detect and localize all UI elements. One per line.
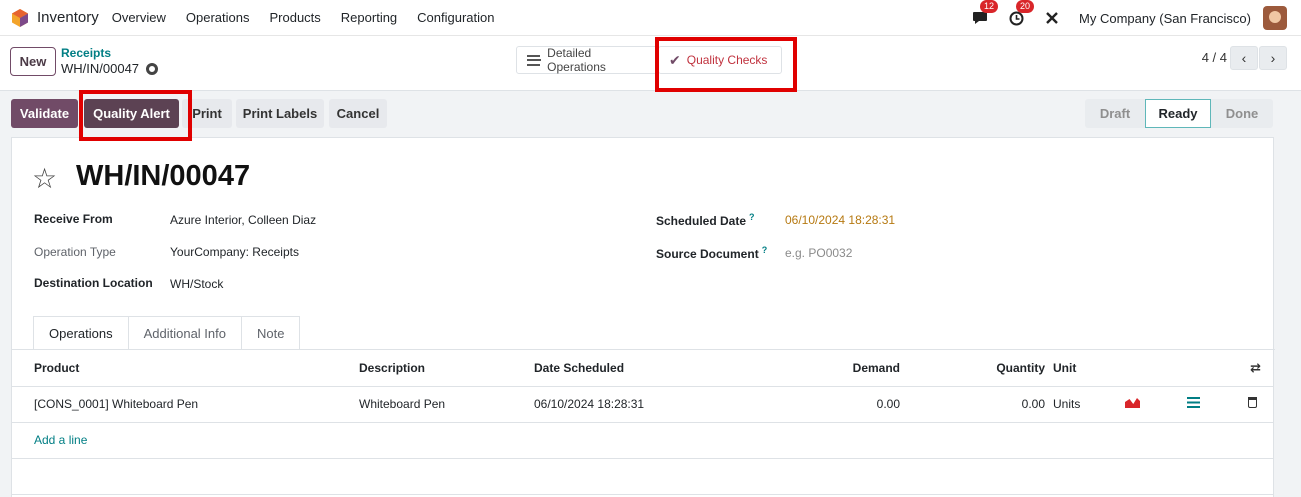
help-tooltip-icon[interactable]: ? [762, 245, 768, 255]
cell-date-scheduled[interactable]: 06/10/2024 18:28:31 [534, 386, 726, 423]
help-tooltip-icon[interactable]: ? [749, 212, 755, 222]
operation-type-label: Operation Type [34, 245, 116, 259]
notebook-tabs: Operations Additional Info Note [33, 316, 301, 350]
record-title: WH/IN/00047 [76, 160, 251, 192]
breadcrumb-current-label: WH/IN/00047 [61, 61, 140, 76]
inventory-app-icon[interactable] [12, 8, 28, 27]
detailed-list-icon[interactable] [1187, 397, 1200, 408]
column-product[interactable]: Product [12, 350, 359, 387]
cell-demand[interactable]: 0.00 [726, 386, 900, 423]
tab-operations[interactable]: Operations [33, 316, 129, 350]
operations-table: Product Description Date Scheduled Deman… [12, 350, 1273, 495]
menu-overview[interactable]: Overview [112, 10, 166, 25]
star-icon[interactable]: ☆ [32, 162, 57, 195]
breadcrumb-receipts[interactable]: Receipts [61, 46, 111, 60]
company-switcher[interactable]: My Company (San Francisco) [1079, 11, 1251, 26]
column-date-scheduled[interactable]: Date Scheduled [534, 350, 726, 387]
column-quantity[interactable]: Quantity [900, 350, 1045, 387]
activities-clock-icon[interactable]: 20 [1007, 0, 1035, 27]
destination-location-field[interactable]: WH/Stock [170, 277, 223, 291]
stage-ready[interactable]: Ready [1145, 99, 1211, 128]
scrollbar[interactable] [1288, 92, 1301, 497]
validate-button[interactable]: Validate [11, 99, 78, 128]
control-panel: New Receipts WH/IN/00047 Detailed Operat… [0, 36, 1301, 91]
new-button[interactable]: New [10, 47, 56, 76]
cell-quantity[interactable]: 0.00 [900, 386, 1045, 423]
print-labels-button[interactable]: Print Labels [236, 99, 324, 128]
menu-products[interactable]: Products [269, 10, 320, 25]
detailed-operations-label: Detailed Operations [547, 46, 606, 74]
check-icon: ✔ [669, 51, 681, 68]
stage-draft[interactable]: Draft [1085, 99, 1145, 128]
source-document-label-text: Source Document [656, 247, 759, 261]
tab-note[interactable]: Note [241, 316, 301, 350]
user-avatar[interactable] [1263, 6, 1287, 30]
trash-icon[interactable] [1248, 397, 1257, 408]
quality-alert-button[interactable]: Quality Alert [84, 99, 179, 128]
activities-badge: 20 [1016, 0, 1035, 13]
menu-operations[interactable]: Operations [186, 10, 250, 25]
breadcrumb-current: WH/IN/00047 [61, 61, 159, 76]
menu-configuration[interactable]: Configuration [417, 10, 494, 25]
source-document-field[interactable]: e.g. PO0032 [785, 246, 852, 260]
sliders-icon[interactable]: ⇄ [1250, 360, 1261, 375]
table-header-row: Product Description Date Scheduled Deman… [12, 350, 1273, 387]
column-demand[interactable]: Demand [726, 350, 900, 387]
column-forecast [1125, 350, 1187, 387]
destination-location-label: Destination Location [34, 276, 153, 290]
table-row[interactable]: [CONS_0001] Whiteboard Pen Whiteboard Pe… [12, 386, 1273, 423]
add-a-line-link[interactable]: Add a line [34, 433, 87, 447]
scheduled-date-field[interactable]: 06/10/2024 18:28:31 [785, 213, 895, 227]
empty-row [12, 458, 1273, 495]
quality-checks-label: Quality Checks [686, 53, 768, 67]
cell-forecast [1125, 386, 1187, 423]
messages-badge: 12 [980, 0, 999, 13]
operation-type-field[interactable]: YourCompany: Receipts [170, 245, 299, 259]
main-menu: Overview Operations Products Reporting C… [112, 10, 515, 25]
list-icon [527, 54, 542, 66]
gear-icon[interactable] [146, 62, 159, 75]
optional-columns-toggle[interactable]: ⇄ [1239, 350, 1273, 387]
top-navbar: Inventory Overview Operations Products R… [0, 0, 1301, 36]
messages-icon[interactable]: 12 [971, 0, 999, 27]
receive-from-label: Receive From [34, 212, 113, 226]
form-sheet: ☆ WH/IN/00047 Receive From Azure Interio… [11, 137, 1275, 497]
chevron-right-icon[interactable]: › [1259, 46, 1287, 70]
status-bar: Validate Quality Alert Print Print Label… [0, 92, 1301, 136]
navbar-systray: 12 20 My Company (San Francisco) [971, 0, 1287, 36]
receive-from-field[interactable]: Azure Interior, Colleen Diaz [170, 213, 316, 227]
cell-delete [1239, 386, 1273, 423]
chevron-left-icon[interactable]: ‹ [1230, 46, 1258, 70]
app-name[interactable]: Inventory [37, 9, 99, 26]
cell-details [1187, 386, 1239, 423]
stage-pipeline: Draft Ready Done [1085, 99, 1273, 128]
cell-unit[interactable]: Units [1045, 386, 1125, 423]
add-line-row: Add a line [12, 422, 1273, 459]
source-document-label: Source Document? [656, 245, 767, 261]
scheduled-date-label: Scheduled Date? [656, 212, 755, 228]
scheduled-date-label-text: Scheduled Date [656, 214, 747, 228]
quality-checks-button[interactable]: ✔ Quality Checks [658, 46, 782, 74]
tab-additional-info[interactable]: Additional Info [127, 316, 242, 350]
column-unit[interactable]: Unit [1045, 350, 1125, 387]
column-details [1187, 350, 1239, 387]
print-button[interactable]: Print [182, 99, 232, 128]
pager-value[interactable]: 4 / 4 [1202, 50, 1227, 65]
cell-description[interactable]: Whiteboard Pen [359, 386, 534, 423]
detailed-operations-button[interactable]: Detailed Operations [516, 46, 658, 74]
cancel-button[interactable]: Cancel [329, 99, 387, 128]
debug-tools-icon[interactable] [1043, 9, 1061, 27]
menu-reporting[interactable]: Reporting [341, 10, 397, 25]
column-description[interactable]: Description [359, 350, 534, 387]
cell-product[interactable]: [CONS_0001] Whiteboard Pen [12, 386, 359, 423]
stage-done[interactable]: Done [1211, 99, 1273, 128]
forecast-chart-icon[interactable] [1125, 398, 1140, 408]
